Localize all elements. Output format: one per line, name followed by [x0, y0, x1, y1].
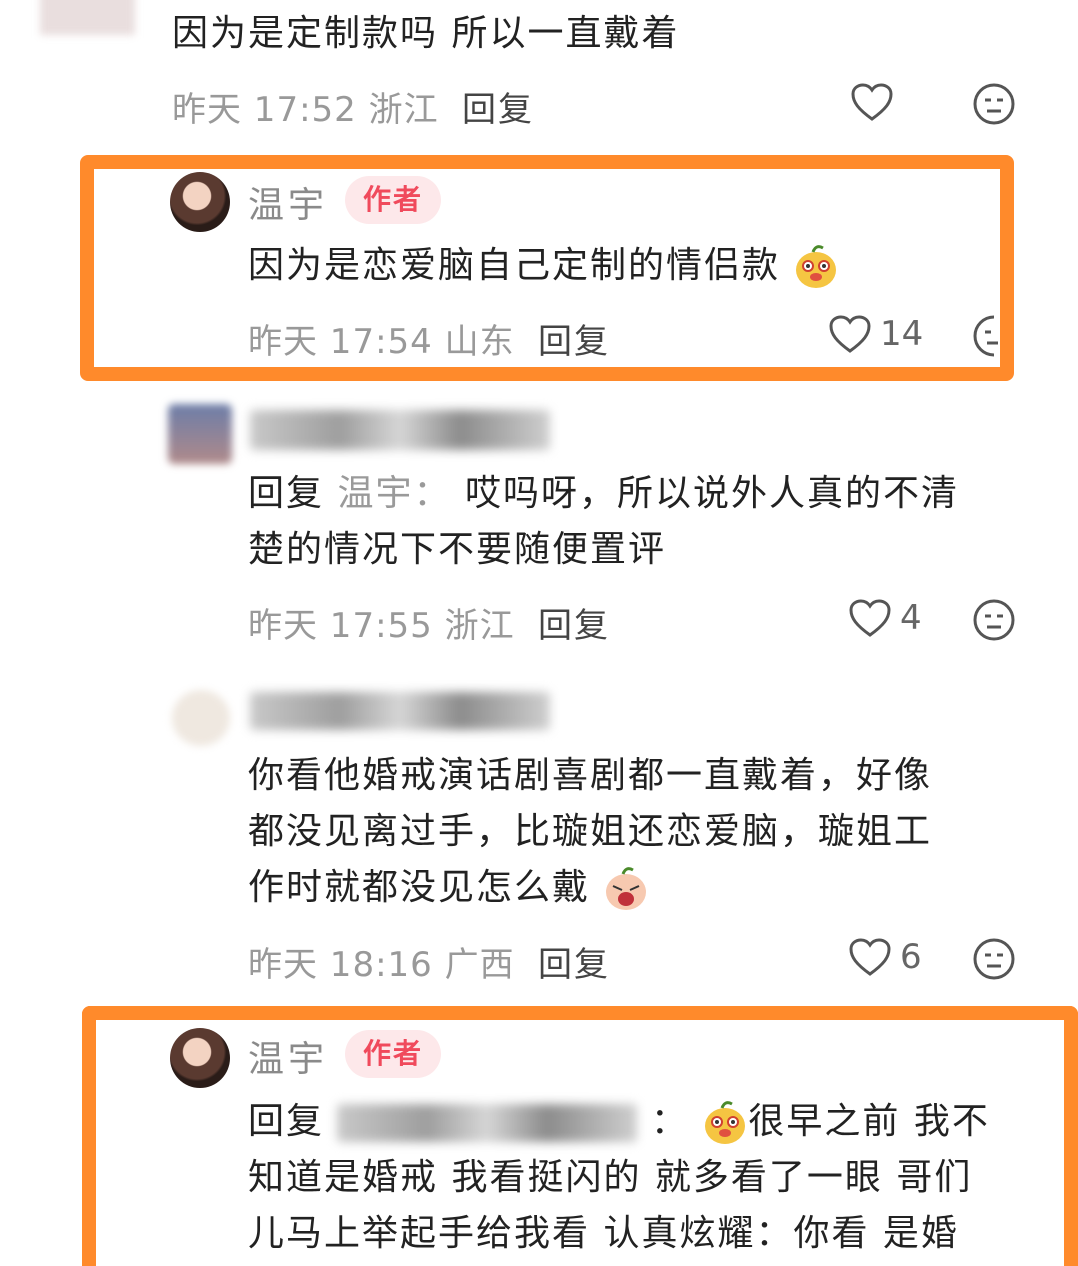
like-count: 14 — [880, 314, 924, 354]
blurred-username — [250, 410, 550, 450]
comment-text-line2: 楚的情况下不要随便置评 — [248, 529, 667, 570]
reply-mention[interactable]: 温宇： — [337, 473, 451, 514]
avatar[interactable] — [40, 0, 135, 35]
avatar[interactable] — [168, 404, 232, 464]
like-button[interactable] — [850, 82, 894, 122]
comment-location: 浙江 — [368, 90, 439, 130]
author-name[interactable]: 温宇 — [248, 176, 328, 228]
comment-location: 广西 — [444, 945, 515, 985]
author-avatar[interactable] — [170, 1028, 230, 1088]
reply-colon: ： — [650, 1101, 689, 1142]
smiling-mango-emoji — [705, 1101, 746, 1144]
dislike-face-icon[interactable] — [972, 937, 1016, 981]
reply-button[interactable]: 回复 — [538, 314, 610, 363]
comment-text-line2: 知道是婚戒 我看挺闪的 就多看了一眼 哥们 — [248, 1157, 973, 1198]
comment-meta: 昨天 18:16 广西 — [248, 937, 515, 986]
comment-meta: 昨天 17:52 浙江 — [172, 82, 439, 131]
comment-time: 昨天 17:52 — [172, 90, 357, 130]
comment-meta: 昨天 17:55 浙江 — [248, 598, 515, 647]
comment-text-line2: 都没见离过手，比璇姐还恋爱脑，璇姐工 — [248, 811, 933, 852]
comment-text-line1: 很早之前 我不 — [748, 1101, 990, 1142]
heart-icon — [829, 315, 871, 353]
dislike-face-icon[interactable] — [972, 314, 998, 358]
comment-body: 回复 温宇： 哎吗呀，所以说外人真的不清 楚的情况下不要随便置评 — [248, 466, 959, 578]
dislike-face-icon[interactable] — [972, 598, 1016, 642]
reply-button[interactable]: 回复 — [538, 598, 610, 647]
comment-meta: 昨天 17:54 山东 — [248, 314, 515, 363]
comment-text-line3: 作时就都没见怎么戴 — [248, 867, 591, 908]
author-avatar[interactable] — [170, 172, 230, 232]
comment-body: 回复 ： 很早之前 我不 知道是婚戒 我看挺闪的 就多看了一眼 哥们 儿马上举起… — [248, 1094, 990, 1262]
like-button[interactable]: 14 — [828, 314, 923, 354]
comment-text-line3: 儿马上举起手给我看 认真炫耀：你看 是婚 — [248, 1213, 959, 1254]
heart-icon — [849, 938, 891, 976]
comment-body: 因为是恋爱脑自己定制的情侣款 — [248, 238, 839, 294]
reply-prefix: 回复 — [248, 473, 325, 514]
comment-body: 因为是定制款吗 所以一直戴着 — [172, 13, 680, 54]
dislike-face-icon[interactable] — [972, 82, 1016, 126]
reply-button[interactable]: 回复 — [538, 937, 610, 986]
comment-text-line1: 你看他婚戒演话剧喜剧都一直戴着，好像 — [248, 755, 933, 796]
reply-button[interactable]: 回复 — [462, 82, 534, 131]
blurred-username — [250, 692, 550, 730]
author-badge: 作者 — [345, 176, 442, 224]
blurred-mention[interactable] — [337, 1104, 638, 1142]
comment-time: 昨天 17:54 — [248, 322, 433, 362]
comment-text-line1: 哎吗呀，所以说外人真的不清 — [464, 473, 959, 514]
author-name[interactable]: 温宇 — [248, 1030, 328, 1082]
reply-prefix: 回复 — [248, 1101, 325, 1142]
heart-icon — [849, 599, 891, 637]
like-count: 4 — [900, 598, 922, 638]
comment-location: 浙江 — [444, 606, 515, 646]
crying-mango-emoji — [606, 867, 647, 910]
comment-text: 因为是恋爱脑自己定制的情侣款 — [248, 245, 781, 286]
comment-time: 昨天 18:16 — [248, 945, 433, 985]
smiling-mango-emoji — [796, 245, 837, 288]
comment-time: 昨天 17:55 — [248, 606, 433, 646]
like-button[interactable]: 4 — [848, 598, 922, 638]
avatar[interactable] — [172, 690, 230, 746]
comment-body: 你看他婚戒演话剧喜剧都一直戴着，好像 都没见离过手，比璇姐还恋爱脑，璇姐工 作时… — [248, 748, 932, 916]
comment-location: 山东 — [444, 322, 515, 362]
like-button[interactable]: 6 — [848, 937, 922, 977]
heart-icon — [851, 83, 893, 121]
author-badge: 作者 — [345, 1030, 442, 1078]
like-count: 6 — [900, 937, 922, 977]
